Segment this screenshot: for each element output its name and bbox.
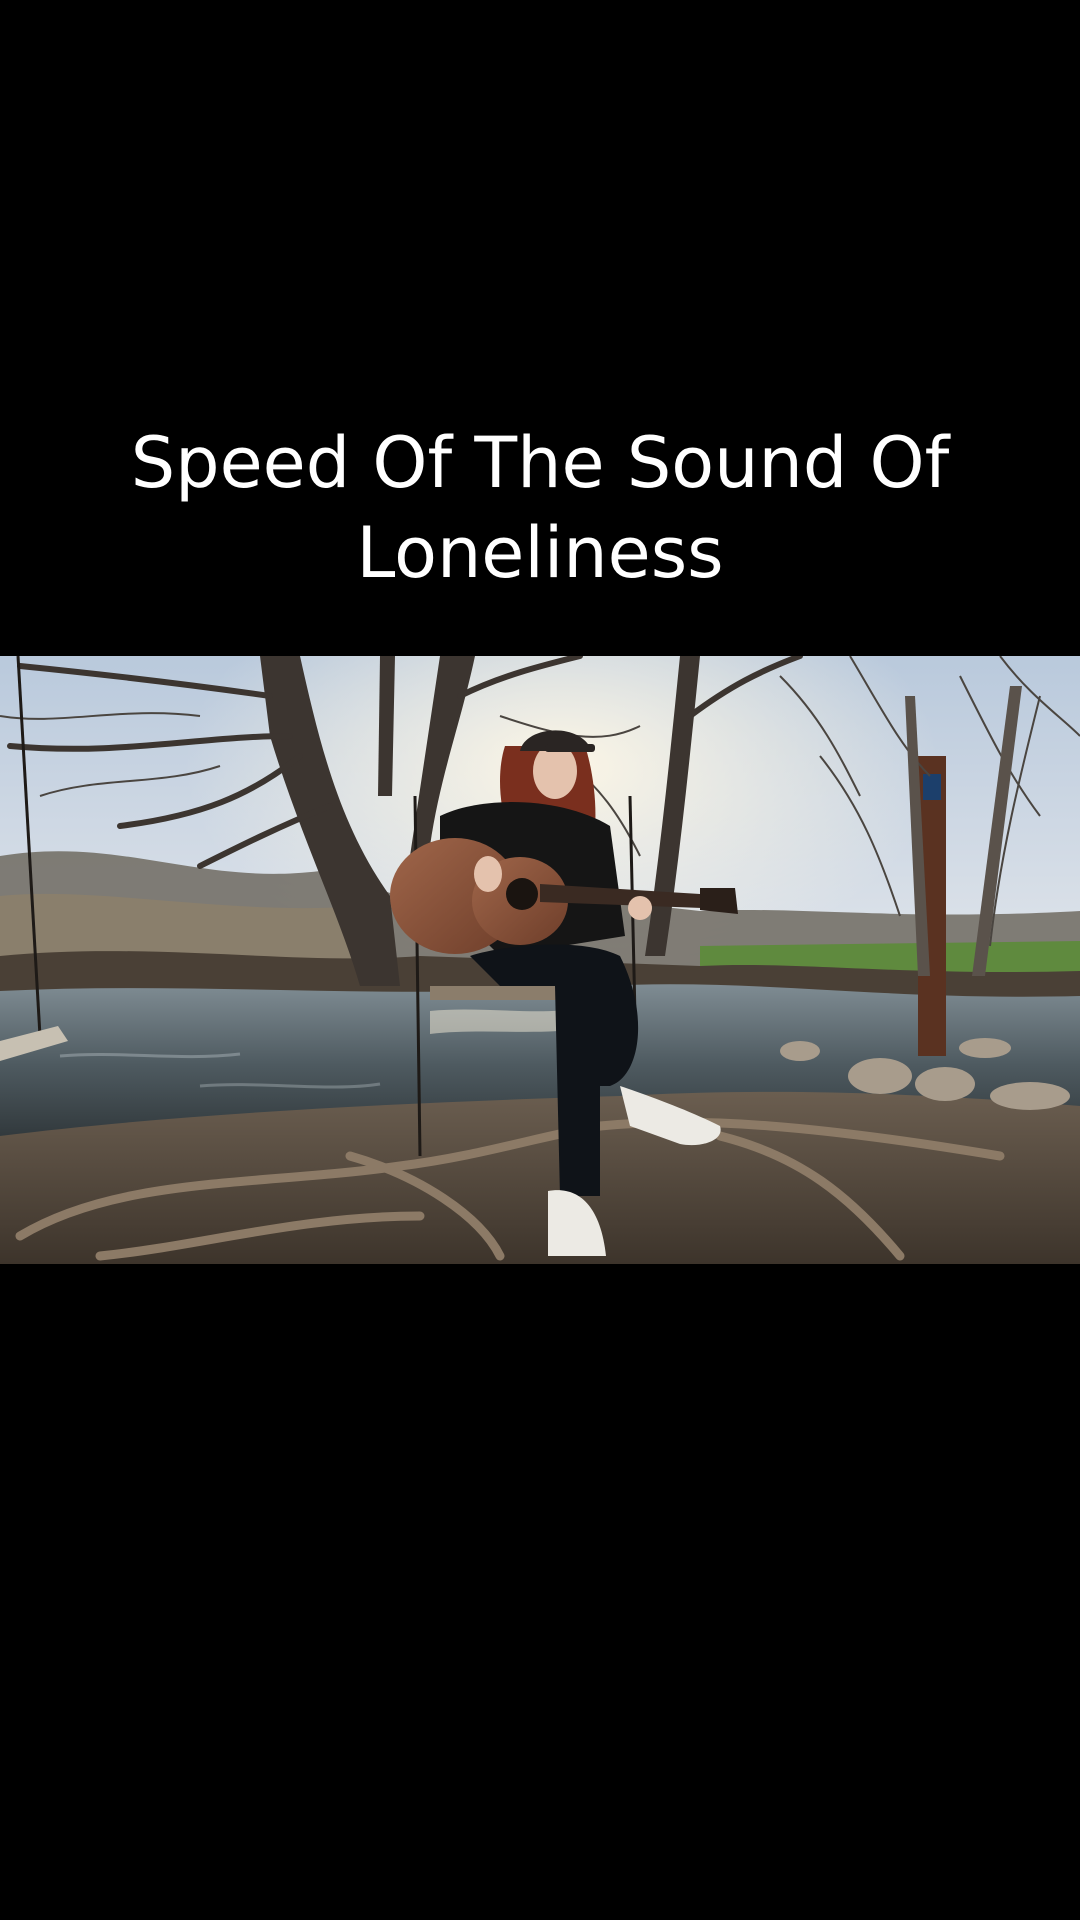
song-title-line-1: Speed Of The Sound Of: [130, 422, 950, 504]
guitar-headstock: [700, 888, 738, 914]
song-title-line-2: Loneliness: [356, 512, 724, 594]
sound-hole: [506, 878, 538, 910]
scene-illustration: [0, 656, 1080, 1264]
trail-sign: [923, 774, 941, 800]
video-screen: { "caption": { "line1": "Speed Of The So…: [0, 0, 1080, 1920]
song-title-caption: Speed Of The Sound Of Loneliness: [60, 418, 1020, 598]
video-frame[interactable]: [0, 656, 1080, 1264]
